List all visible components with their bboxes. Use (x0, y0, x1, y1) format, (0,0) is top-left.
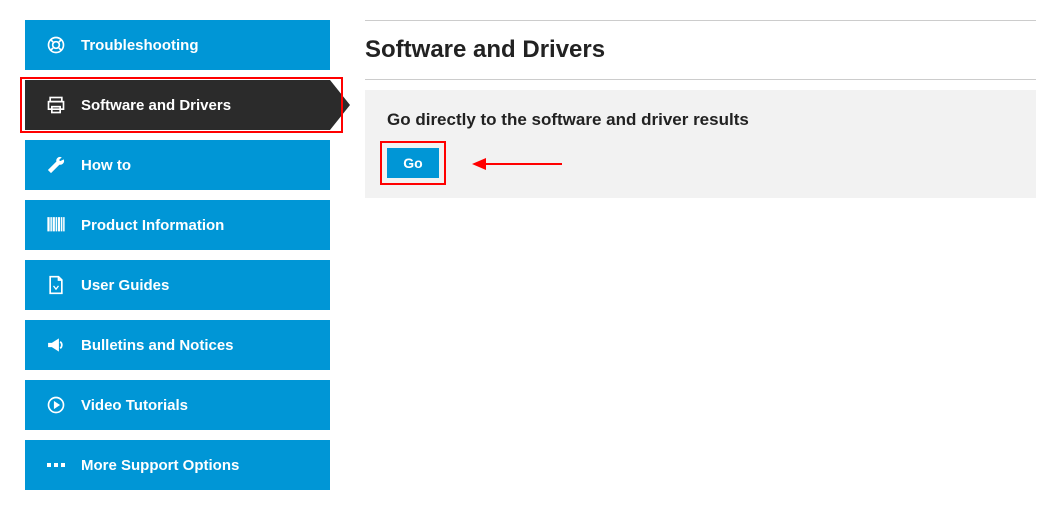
sidebar-item-video-tutorials[interactable]: Video Tutorials (25, 380, 330, 430)
sidebar-item-label: Product Information (81, 217, 224, 234)
megaphone-icon (45, 334, 67, 356)
sidebar-item-label: Bulletins and Notices (81, 337, 234, 354)
go-button[interactable]: Go (387, 148, 439, 178)
action-panel: Go directly to the software and driver r… (365, 90, 1036, 198)
sidebar-item-user-guides[interactable]: User Guides (25, 260, 330, 310)
sidebar-item-label: Video Tutorials (81, 397, 188, 414)
sidebar: Troubleshooting Software and Drivers How… (25, 20, 330, 500)
sidebar-item-product-information[interactable]: Product Information (25, 200, 330, 250)
page-title: Software and Drivers (365, 36, 1036, 64)
play-circle-icon (45, 394, 67, 416)
lifebuoy-icon (45, 34, 67, 56)
sidebar-item-more-support-options[interactable]: More Support Options (25, 440, 330, 490)
dots-icon (45, 454, 67, 476)
main-content: Software and Drivers Go directly to the … (330, 20, 1036, 500)
printer-icon (45, 94, 67, 116)
go-button-wrap: Go (387, 148, 439, 178)
wrench-icon (45, 154, 67, 176)
sidebar-item-label: How to (81, 157, 131, 174)
document-pdf-icon (45, 274, 67, 296)
panel-heading: Go directly to the software and driver r… (387, 110, 1014, 130)
sidebar-item-label: Software and Drivers (81, 97, 231, 114)
arrow-annotation (472, 154, 562, 179)
sidebar-item-how-to[interactable]: How to (25, 140, 330, 190)
sidebar-item-troubleshooting[interactable]: Troubleshooting (25, 20, 330, 70)
content-header: Software and Drivers (365, 20, 1036, 80)
sidebar-item-software-drivers[interactable]: Software and Drivers (25, 80, 330, 130)
sidebar-item-label: More Support Options (81, 457, 239, 474)
barcode-icon (45, 214, 67, 236)
sidebar-item-label: Troubleshooting (81, 37, 199, 54)
sidebar-item-label: User Guides (81, 277, 169, 294)
sidebar-item-bulletins-notices[interactable]: Bulletins and Notices (25, 320, 330, 370)
